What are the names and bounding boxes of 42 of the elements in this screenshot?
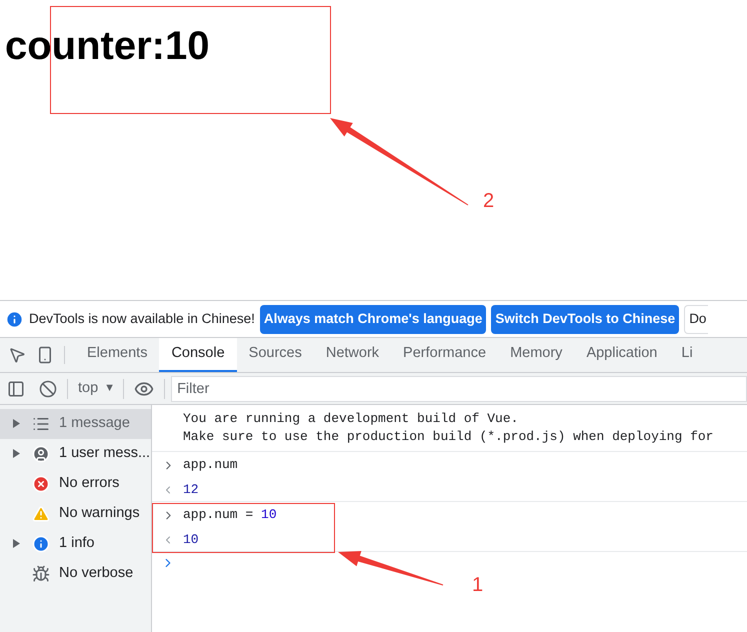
info-icon [5, 310, 24, 328]
notice-button[interactable]: Always match Chrome's language [260, 304, 486, 334]
error-icon [32, 475, 50, 493]
sidebar-item[interactable]: 1 user mess... [0, 439, 151, 469]
console-output: 12 [183, 480, 199, 499]
user-icon [32, 445, 50, 463]
notice-button[interactable]: Switch DevTools to Chinese [491, 304, 680, 334]
devtools-tab[interactable]: Application [574, 338, 670, 372]
devtools-tab[interactable]: Li [669, 338, 705, 372]
info-icon [32, 535, 50, 553]
notice-text: DevTools is now available in Chinese! [29, 310, 255, 328]
sidebar-item[interactable]: No verbose [0, 559, 151, 589]
sidebar-item[interactable]: 1 message [0, 409, 151, 439]
annotation-label: 2 [483, 189, 494, 214]
expand-triangle-icon[interactable] [12, 539, 20, 548]
sidebar-item[interactable]: No errors [0, 469, 151, 499]
devtools-tab[interactable]: Sources [236, 338, 314, 372]
console-output: 10 [183, 530, 199, 549]
clear-icon[interactable] [39, 380, 57, 398]
list-icon [32, 415, 50, 433]
console-log-line: Make sure to use the production build (*.prod.js) when deploying for [183, 428, 714, 446]
devtools-tab[interactable]: Performance [391, 338, 498, 372]
expand-triangle-icon[interactable] [12, 419, 20, 428]
console-input-text: app.num = 10 [183, 506, 277, 524]
inspect-icon[interactable] [8, 346, 26, 364]
expand-triangle-icon[interactable] [12, 449, 20, 458]
annotation-label: 1 [472, 573, 484, 598]
filter-field[interactable]: Filter [171, 376, 747, 402]
devtools-tab[interactable]: Elements [75, 338, 160, 372]
device-icon[interactable] [36, 346, 54, 364]
devtools-tab[interactable]: Console [159, 338, 237, 372]
console-input-text: app.num [183, 456, 238, 474]
sidebar-item[interactable]: 1 info [0, 529, 151, 559]
context-select[interactable]: top ▼ [78, 378, 116, 400]
sidebar-item[interactable]: No warnings [0, 499, 151, 529]
bug-icon [32, 565, 50, 583]
warning-icon [32, 505, 50, 523]
sidebar-toggle-icon[interactable] [7, 380, 25, 398]
notice-button[interactable]: Do [684, 304, 708, 334]
devtools-tab[interactable]: Memory [498, 338, 574, 372]
console-log-line: You are running a development build of Vue. [183, 410, 520, 428]
devtools-tab[interactable]: Network [314, 338, 392, 372]
